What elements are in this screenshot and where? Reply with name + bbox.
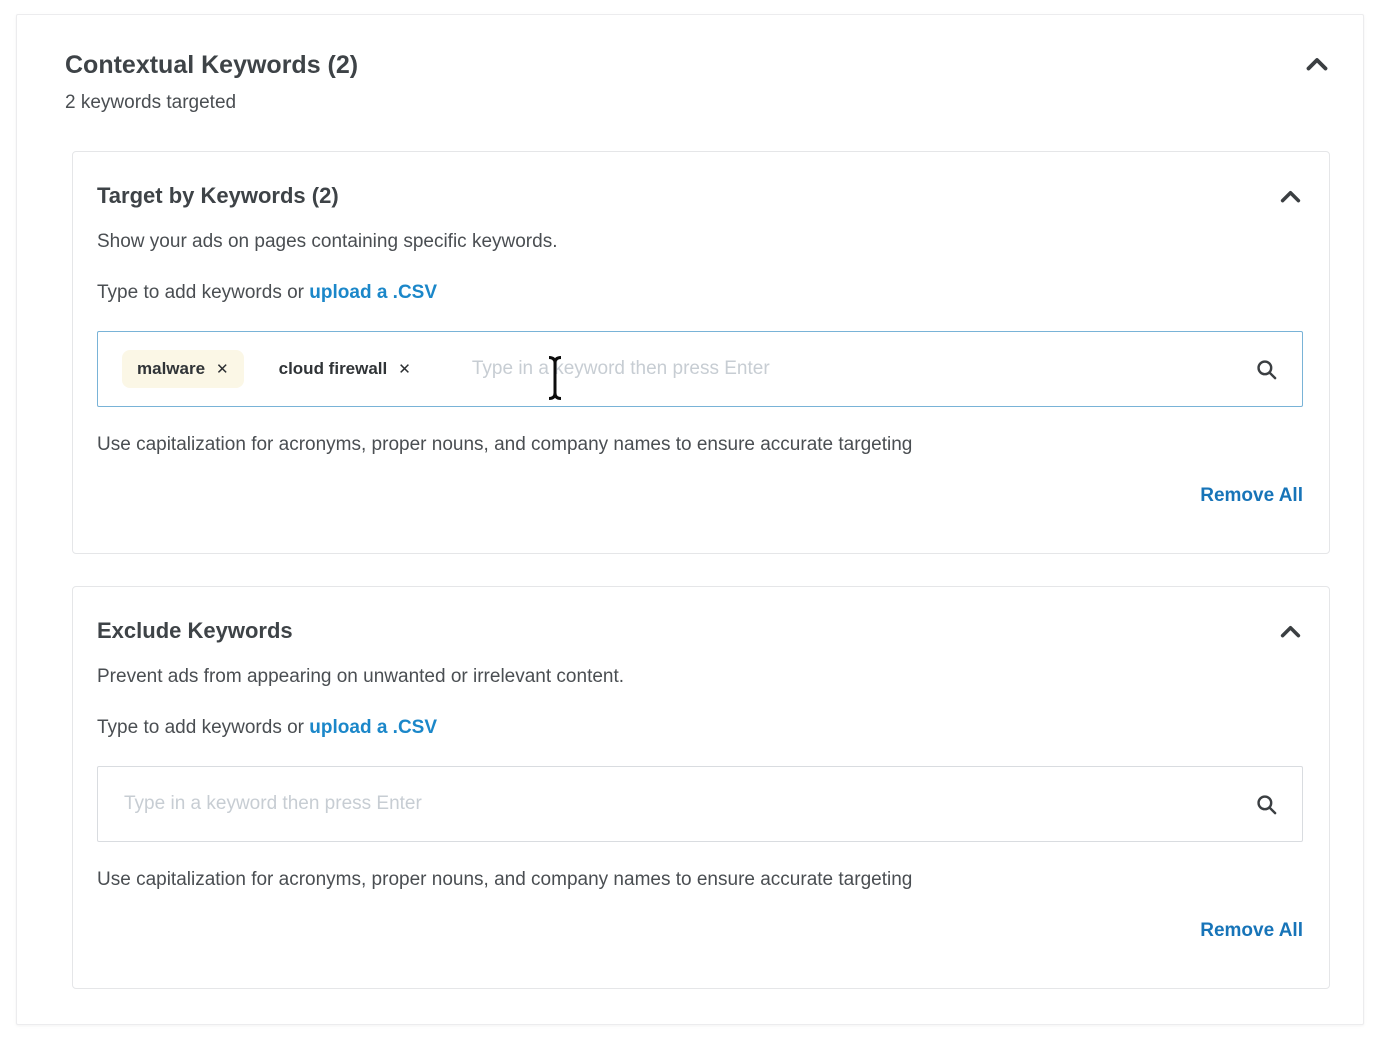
page-title: Contextual Keywords (2) <box>65 49 358 81</box>
exclude-card-description: Prevent ads from appearing on unwanted o… <box>97 665 1303 689</box>
exclude-keywords-input[interactable] <box>97 766 1303 842</box>
contextual-keywords-section: Contextual Keywords (2) 2 keywords targe… <box>16 14 1364 1025</box>
target-card-header: Target by Keywords (2) <box>97 182 1303 210</box>
collapse-exclude-card-button[interactable] <box>1278 623 1303 640</box>
chevron-up-icon <box>1280 191 1301 206</box>
add-prompt-text: Type to add keywords or <box>97 282 309 303</box>
keyword-chip-cloud-firewall: cloud firewall ✕ <box>264 350 426 388</box>
target-by-keywords-card: Target by Keywords (2) Show your ads on … <box>72 151 1330 554</box>
target-card-title: Target by Keywords (2) <box>97 182 339 210</box>
collapse-section-button[interactable] <box>1304 55 1330 73</box>
capitalization-hint: Use capitalization for acronyms, proper … <box>97 868 1303 892</box>
remove-keyword-icon[interactable]: ✕ <box>216 362 229 377</box>
remove-keyword-icon[interactable]: ✕ <box>398 362 411 377</box>
keyword-chip-label: malware <box>137 359 205 379</box>
chevron-up-icon <box>1280 626 1301 641</box>
target-card-description: Show your ads on pages containing specif… <box>97 230 1303 254</box>
section-header: Contextual Keywords (2) 2 keywords targe… <box>65 49 1330 115</box>
keyword-text-input[interactable] <box>470 357 1243 381</box>
add-prompt-text: Type to add keywords or <box>97 717 309 738</box>
add-keywords-row: Type to add keywords or upload a .CSV <box>97 715 1303 741</box>
chevron-up-icon <box>1306 59 1328 74</box>
search-icon <box>1255 793 1278 816</box>
keyword-chip-malware: malware ✕ <box>122 350 244 388</box>
remove-all-link[interactable]: Remove All <box>1200 485 1303 506</box>
target-keywords-input[interactable]: malware ✕ cloud firewall ✕ <box>97 331 1303 407</box>
search-icon <box>1255 358 1278 381</box>
exclude-card-header: Exclude Keywords <box>97 617 1303 645</box>
exclude-card-title: Exclude Keywords <box>97 617 293 645</box>
exclude-keywords-card: Exclude Keywords Prevent ads from appear… <box>72 586 1330 989</box>
add-keywords-row: Type to add keywords or upload a .CSV <box>97 280 1303 306</box>
keyword-chip-label: cloud firewall <box>279 359 388 379</box>
upload-csv-link[interactable]: upload a .CSV <box>309 717 437 738</box>
keyword-text-input[interactable] <box>122 792 1243 816</box>
remove-all-link[interactable]: Remove All <box>1200 920 1303 941</box>
collapse-target-card-button[interactable] <box>1278 188 1303 205</box>
capitalization-hint: Use capitalization for acronyms, proper … <box>97 433 1303 457</box>
upload-csv-link[interactable]: upload a .CSV <box>309 282 437 303</box>
keywords-targeted-count: 2 keywords targeted <box>65 91 358 115</box>
